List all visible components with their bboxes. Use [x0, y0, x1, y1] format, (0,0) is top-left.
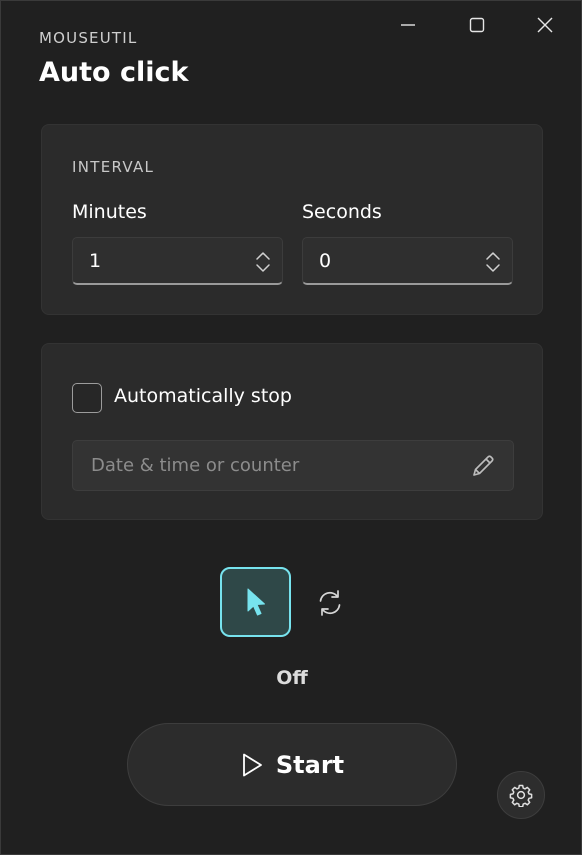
close-button[interactable] — [515, 5, 575, 45]
spinner-chevrons-icon[interactable] — [484, 251, 502, 273]
minutes-number-box[interactable]: 1 — [72, 237, 283, 285]
seconds-label: Seconds — [302, 201, 382, 223]
stop-condition-input[interactable] — [73, 441, 453, 490]
mouse-click-mode-button[interactable] — [220, 567, 291, 637]
auto-stop-card: Automatically stop — [41, 343, 543, 520]
stop-condition-field[interactable] — [72, 440, 514, 491]
minimize-icon — [401, 24, 415, 26]
start-label: Start — [275, 750, 345, 779]
minutes-value: 1 — [89, 250, 102, 272]
interval-section-label: INTERVAL — [72, 158, 155, 176]
app-window: MOUSEUTIL Auto click INTERVAL Minutes Se… — [0, 0, 582, 855]
start-button[interactable]: Start — [127, 723, 457, 806]
seconds-number-box[interactable]: 0 — [302, 237, 513, 285]
status-text: Off — [276, 667, 308, 689]
auto-stop-label[interactable]: Automatically stop — [114, 385, 292, 407]
gear-icon — [509, 784, 533, 807]
mouse-pointer-icon — [247, 588, 265, 616]
refresh-icon — [319, 590, 341, 616]
auto-stop-checkbox[interactable] — [72, 383, 102, 413]
repeat-mode-button[interactable] — [308, 581, 352, 625]
maximize-icon — [469, 17, 485, 33]
seconds-value: 0 — [319, 250, 332, 272]
maximize-button[interactable] — [447, 5, 507, 45]
interval-card: INTERVAL Minutes Seconds 1 0 — [41, 124, 543, 315]
settings-button[interactable] — [497, 771, 545, 819]
play-icon — [242, 753, 262, 776]
close-icon — [537, 17, 553, 33]
minutes-label: Minutes — [72, 201, 147, 223]
spinner-chevrons-icon[interactable] — [254, 251, 272, 273]
pencil-icon[interactable] — [467, 450, 499, 482]
app-name: MOUSEUTIL — [39, 29, 138, 47]
page-title: Auto click — [39, 57, 189, 88]
minimize-button[interactable] — [378, 5, 438, 45]
